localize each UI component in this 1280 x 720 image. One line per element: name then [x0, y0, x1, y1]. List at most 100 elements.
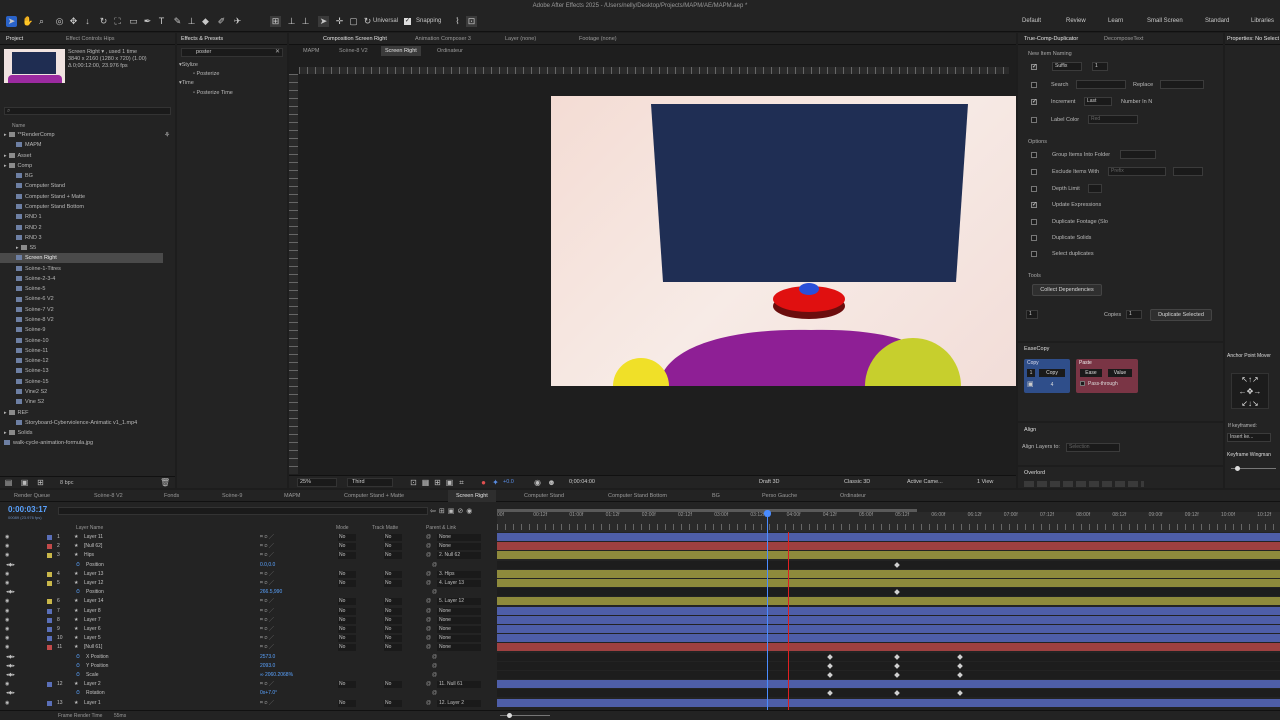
keyframe-nav-icon[interactable]: ◂◆▸: [6, 653, 15, 662]
visibility-eye-icon[interactable]: ◉: [5, 579, 9, 588]
layer-mode-dropdown[interactable]: No: [338, 699, 356, 707]
select-duplicates-checkbox[interactable]: [1031, 250, 1037, 257]
visibility-eye-icon[interactable]: ◉: [5, 607, 9, 616]
timeline-tab[interactable]: Fonds: [164, 490, 179, 502]
project-item[interactable]: Scène-10: [0, 336, 163, 346]
show-snapshot-icon[interactable]: ☻: [547, 478, 556, 487]
layer-switches[interactable]: ⌗ ⊘ ╱: [260, 597, 274, 606]
layer-parent-dropdown[interactable]: 12. Layer 2: [437, 699, 481, 707]
disclosure-arrow-icon[interactable]: ▸: [4, 153, 7, 159]
project-item[interactable]: RND 1: [0, 212, 163, 222]
project-item[interactable]: ▸ S5: [0, 243, 163, 253]
layer-parent-dropdown[interactable]: None: [437, 644, 481, 652]
project-item[interactable]: ▸ Solids: [0, 428, 163, 438]
layer-duration-bar[interactable]: [497, 606, 1280, 615]
visibility-eye-icon[interactable]: ◉: [5, 551, 9, 560]
layer-name[interactable]: Layer 14: [84, 597, 103, 606]
layer-mode-dropdown[interactable]: No: [338, 616, 356, 624]
rotate-tool-icon[interactable]: ↻: [98, 16, 109, 27]
timeline-tab[interactable]: Ordinateur: [840, 490, 866, 502]
property-row[interactable]: ◂◆▸ ⏱ Rotation 0x+7.0° @: [0, 689, 496, 698]
label-color-dropdown[interactable]: Red: [1088, 115, 1138, 124]
label-color-swatch[interactable]: [47, 617, 52, 623]
comp-canvas[interactable]: [551, 96, 1016, 386]
pickwhip-icon[interactable]: @: [432, 689, 437, 698]
layer-duration-bar[interactable]: [497, 597, 1280, 606]
depth-limit-checkbox[interactable]: [1031, 185, 1037, 192]
layer-name[interactable]: Layer 6: [84, 625, 101, 634]
property-value[interactable]: 0.0,0.0: [260, 561, 275, 570]
label-color-swatch[interactable]: [47, 645, 52, 651]
layer-row[interactable]: ◉ 5 ★ Layer 12 ⌗ ⊘ ╱ No No @4. Layer 13: [0, 579, 496, 588]
timeline-timecode[interactable]: 0:00:03:17: [8, 505, 47, 514]
flowchart-icon[interactable]: ⚘: [164, 131, 170, 139]
property-row[interactable]: ◂◆▸ ⏱ Position 266.5,990 @: [0, 588, 496, 597]
align-grid-icon[interactable]: ⊞: [270, 16, 281, 27]
exposure-value[interactable]: +0.0: [503, 479, 514, 485]
project-item[interactable]: MAPM: [0, 140, 163, 150]
layer-matte-dropdown[interactable]: No: [384, 681, 402, 689]
layer-mode-dropdown[interactable]: No: [338, 598, 356, 606]
layer-row[interactable]: ◉ 4 ★ Layer 13 ⌗ ⊘ ╱ No No @3. Hips: [0, 570, 496, 579]
interpret-footage-icon[interactable]: ▤: [4, 478, 13, 487]
label-color-swatch[interactable]: [47, 599, 52, 605]
eraser-tool-icon[interactable]: ◆: [200, 16, 211, 27]
layer-name[interactable]: Layer 2: [84, 680, 101, 689]
layer-name[interactable]: Layer 13: [84, 570, 103, 579]
layer-mode-dropdown[interactable]: No: [338, 607, 356, 615]
project-item[interactable]: ▸ **RenderComp: [0, 130, 163, 140]
layer-duration-bar[interactable]: [497, 615, 1280, 624]
brush-tool-icon[interactable]: ✎: [172, 16, 183, 27]
copies-left-field[interactable]: 1: [1026, 310, 1038, 319]
timeline-tab[interactable]: Computer Stand: [524, 490, 564, 502]
layer-matte-dropdown[interactable]: No: [384, 626, 402, 633]
layer-mode-dropdown[interactable]: No: [338, 580, 356, 587]
project-item[interactable]: Scène-13: [0, 366, 163, 376]
region-of-interest-icon[interactable]: ⊡: [409, 478, 418, 487]
selection-tool-icon[interactable]: ➤: [6, 16, 17, 27]
layer-switches[interactable]: ⌗ ⊘ ╱: [260, 579, 274, 588]
camera-dropdown[interactable]: Active Came...: [907, 479, 943, 485]
layer-switches[interactable]: ⌗ ⊘ ╱: [260, 542, 274, 551]
layer-parent-dropdown[interactable]: None: [437, 543, 481, 551]
clone-tool-icon[interactable]: ⊥: [186, 16, 197, 27]
layer-name[interactable]: Layer 1: [84, 699, 101, 708]
pickwhip-icon[interactable]: @: [426, 680, 431, 689]
timeline-tab[interactable]: Render Queue: [14, 490, 50, 502]
viewer-timecode[interactable]: 0;00:04:00: [569, 479, 595, 485]
layer-switches[interactable]: ⌗ ⊘ ╱: [260, 699, 274, 708]
layer-switches[interactable]: ⌗ ⊘ ╱: [260, 616, 274, 625]
timeline-search-input[interactable]: [58, 507, 428, 515]
exclude-dropdown[interactable]: Prefix: [1108, 167, 1166, 176]
suffix-number-input[interactable]: 1: [1092, 62, 1108, 71]
label-color-swatch[interactable]: [47, 535, 52, 540]
group-folder-field[interactable]: [1120, 150, 1156, 159]
pickwhip-icon[interactable]: @: [426, 616, 431, 625]
layer-switches[interactable]: ⌗ ⊘ ╱: [260, 634, 274, 643]
hand-tool-icon[interactable]: ✋: [22, 16, 33, 27]
property-row[interactable]: ◂◆▸ ⏱ Position 0.0,0.0 @: [0, 561, 496, 570]
layer-matte-dropdown[interactable]: No: [384, 570, 402, 578]
visibility-eye-icon[interactable]: ◉: [5, 643, 9, 652]
workspace-libraries[interactable]: Libraries: [1251, 18, 1274, 24]
label-color-swatch[interactable]: [47, 636, 52, 642]
pickwhip-icon[interactable]: @: [426, 551, 431, 560]
project-item[interactable]: Scène-1-Titres: [0, 264, 163, 274]
disclosure-arrow-icon[interactable]: ▸: [16, 245, 19, 251]
exclude-checkbox[interactable]: [1031, 168, 1037, 175]
layer-matte-dropdown[interactable]: No: [384, 607, 402, 615]
visibility-eye-icon[interactable]: ◉: [5, 616, 9, 625]
visibility-eye-icon[interactable]: ◉: [5, 597, 9, 606]
pickwhip-icon[interactable]: @: [426, 643, 431, 652]
layer-matte-dropdown[interactable]: No: [384, 635, 402, 643]
timeline-tab[interactable]: MAPM: [284, 490, 301, 502]
tab-properties[interactable]: Properties: No Select: [1227, 33, 1279, 45]
layer-row[interactable]: ◉ 10 ★ Layer 5 ⌗ ⊘ ╱ No No @ None: [0, 634, 496, 643]
timeline-tab[interactable]: Computer Stand + Matte: [344, 490, 404, 502]
label-color-swatch[interactable]: [47, 682, 52, 688]
layer-matte-dropdown[interactable]: No: [384, 580, 402, 587]
timeline-tab[interactable]: Screen Right: [448, 490, 496, 502]
new-folder-icon[interactable]: ▣: [20, 478, 29, 487]
frame-icon[interactable]: ▢: [348, 16, 359, 27]
copy-button[interactable]: Copy: [1039, 369, 1065, 377]
